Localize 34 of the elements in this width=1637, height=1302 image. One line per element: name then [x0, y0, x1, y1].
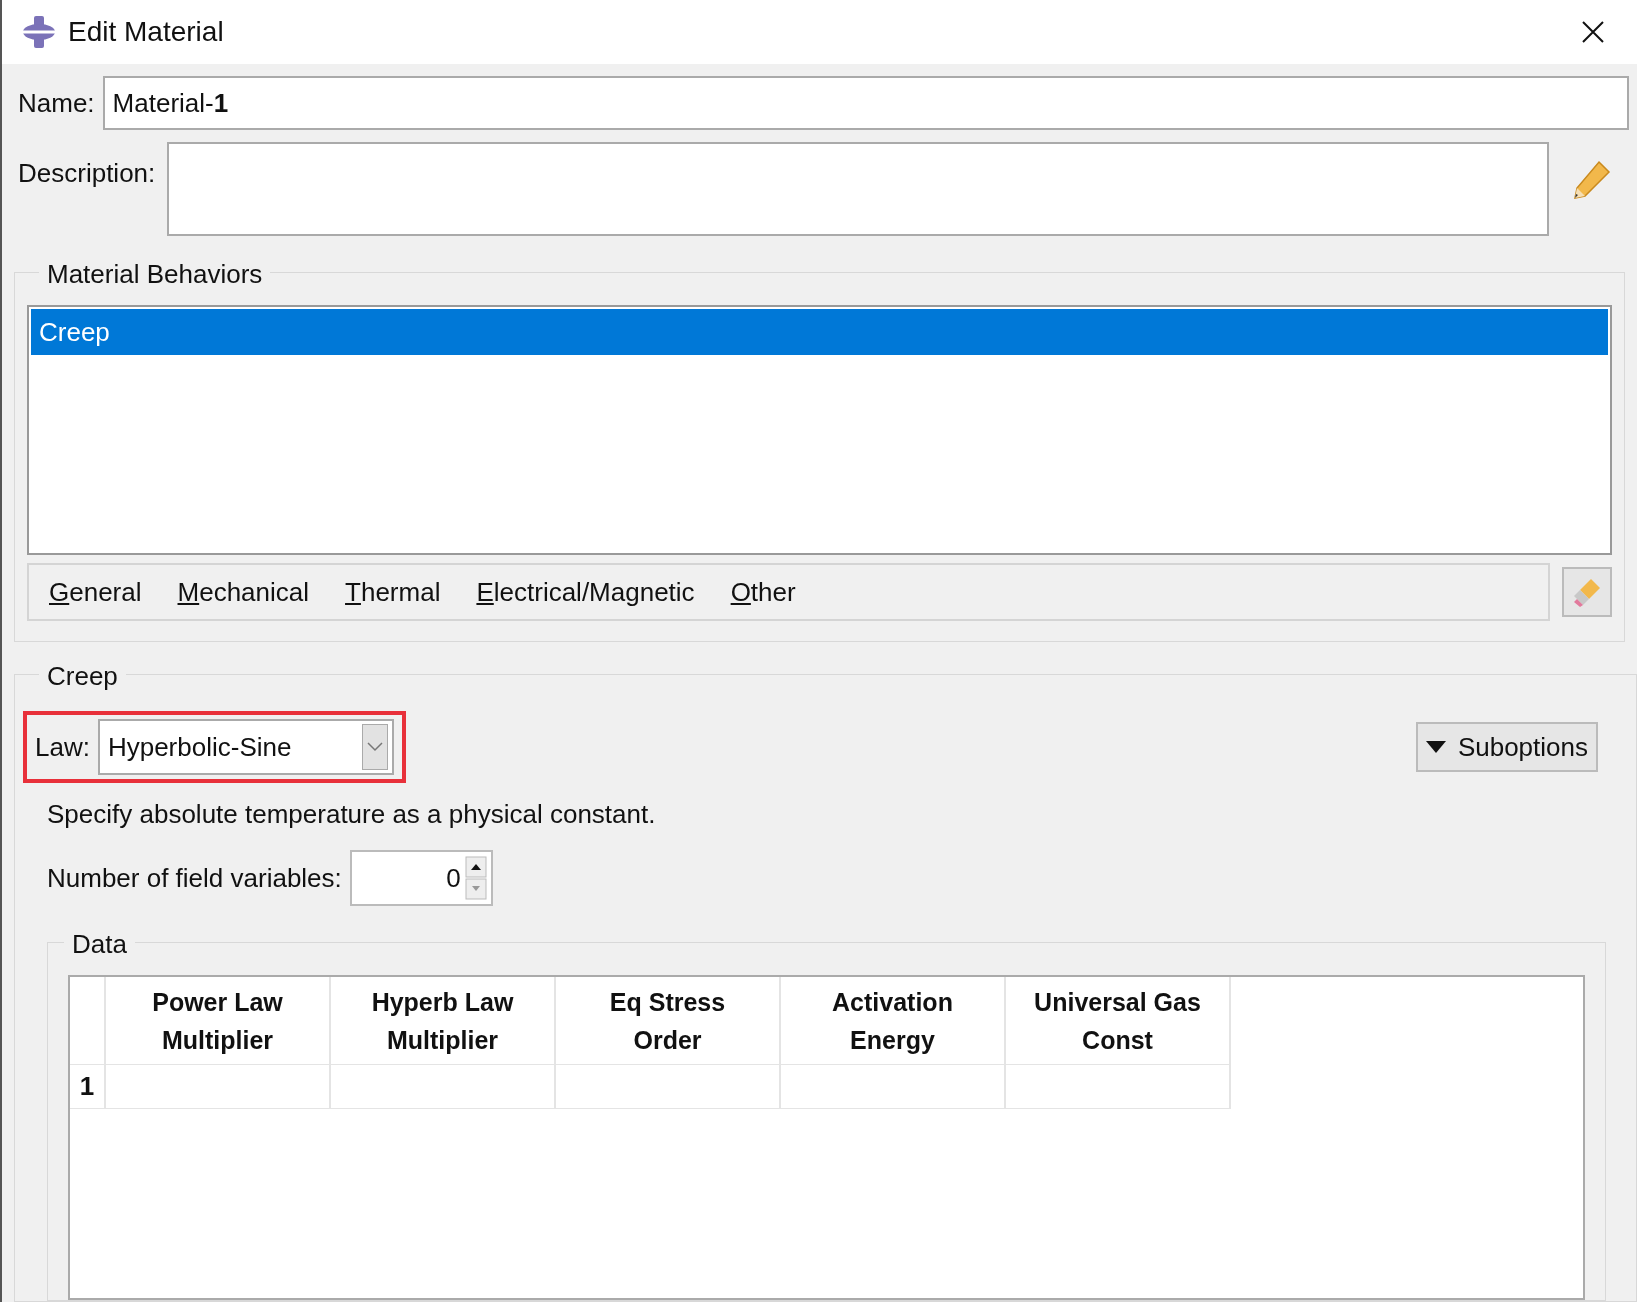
menu-item[interactable]: Mechanical [177, 572, 310, 612]
name-field[interactable]: Material-1 [102, 76, 1629, 130]
close-icon[interactable] [1581, 20, 1605, 44]
chevron-down-icon [367, 742, 383, 752]
column-header[interactable]: Power Law Multiplier [106, 977, 331, 1065]
column-header[interactable]: Hyperb Law Multiplier [331, 977, 556, 1065]
triangle-down-icon [1425, 741, 1446, 753]
note-text: Specify absolute temperature as a physical constant. [47, 798, 657, 831]
name-label: Name: [18, 86, 95, 120]
table-cell[interactable] [1006, 1065, 1231, 1109]
menu-item[interactable]: Thermal [345, 572, 441, 612]
table-cell[interactable] [781, 1065, 1006, 1109]
law-label: Law: [35, 730, 90, 764]
column-header[interactable]: Activation Energy [781, 977, 1006, 1065]
eraser-button[interactable] [1562, 567, 1612, 617]
field-variables-label: Number of field variables: [47, 861, 342, 895]
column-header[interactable]: Universal Gas Const [1006, 977, 1231, 1065]
table-cell[interactable] [331, 1065, 556, 1109]
column-header[interactable]: Eq Stress Order [556, 977, 781, 1065]
description-field[interactable] [167, 142, 1549, 236]
table-cell[interactable] [556, 1065, 781, 1109]
spin-arrows-icon [464, 856, 487, 900]
table-cell[interactable] [106, 1065, 331, 1109]
menu-item[interactable]: Electrical/Magnetic [476, 572, 695, 612]
description-label: Description: [18, 157, 156, 190]
behavior-item[interactable]: Creep [31, 309, 1608, 355]
menu-item[interactable]: Other [730, 572, 796, 612]
row-header: 1 [70, 1065, 106, 1109]
menu-item[interactable]: General [49, 572, 142, 612]
app-icon [22, 15, 56, 49]
suboptions-button[interactable]: Suboptions [1415, 722, 1598, 772]
law-dropdown[interactable]: Hyperbolic-Sine [97, 719, 394, 775]
window-title: Edit Material [68, 15, 224, 49]
field-variables-spinbox[interactable]: 0 [349, 850, 493, 906]
